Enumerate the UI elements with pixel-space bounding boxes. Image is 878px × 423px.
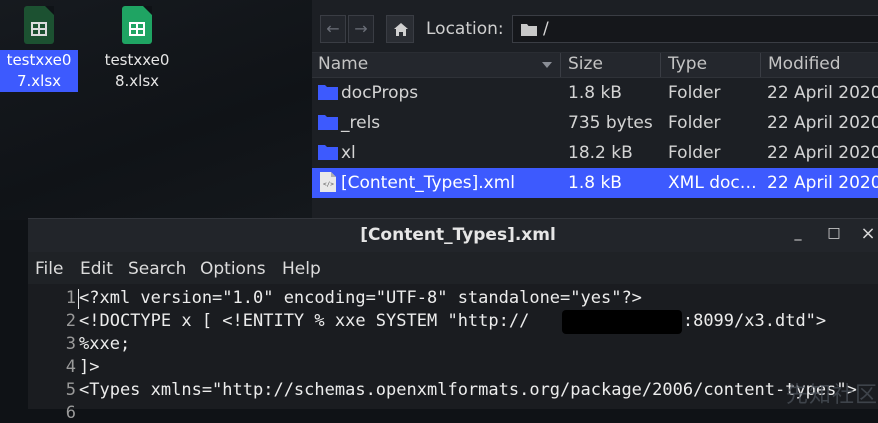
file-name: _rels [341, 113, 381, 133]
line-number: 1 [65, 288, 76, 308]
file-size: 735 bytes [568, 113, 653, 133]
home-icon [394, 23, 408, 36]
close-button[interactable]: × [858, 223, 878, 244]
line-number: 3 [65, 334, 76, 354]
desktop: testxxe0 7.xlsx testxxe0 8.xlsx [0, 0, 312, 220]
text-editor-window: [Content_Types].xml _ □ × File Edit Sear… [28, 218, 878, 423]
file-size: 18.2 kB [568, 143, 633, 163]
file-type: Folder [668, 143, 721, 163]
file-modified: 22 April 2020 [767, 113, 878, 133]
file-name: xl [341, 143, 356, 163]
menu-help[interactable]: Help [282, 259, 321, 279]
menu-file[interactable]: File [35, 259, 63, 279]
desktop-file-label: testxxe0 7.xlsx [0, 50, 78, 92]
file-name: docProps [341, 83, 419, 103]
arrow-right-icon: → [354, 19, 368, 38]
file-row-docprops[interactable]: docProps 1.8 kB Folder 22 April 2020 [312, 78, 878, 108]
code-line: <!DOCTYPE x [ <!ENTITY % xxe SYSTEM "htt… [79, 311, 827, 331]
file-type: XML doc… [668, 173, 757, 193]
file-modified: 22 April 2020 [767, 83, 878, 103]
file-row-xl[interactable]: xl 18.2 kB Folder 22 April 2020 [312, 138, 878, 168]
location-path: / [543, 19, 549, 39]
menu-options[interactable]: Options [200, 259, 266, 279]
column-name[interactable]: Name [318, 54, 368, 74]
code-editor[interactable]: 1 <?xml version="1.0" encoding="UTF-8" s… [28, 284, 878, 423]
line-number: 2 [65, 311, 76, 331]
code-line: %xxe; [79, 334, 131, 354]
redaction-box [562, 310, 682, 334]
arrow-left-icon: ← [326, 19, 340, 38]
column-size[interactable]: Size [568, 54, 603, 74]
location-input[interactable]: / [512, 15, 878, 43]
xml-file-icon: </> [320, 172, 336, 192]
text-cursor [78, 289, 79, 309]
line-number: 4 [65, 357, 76, 377]
file-size: 1.8 kB [568, 173, 622, 193]
file-row-rels[interactable]: _rels 735 bytes Folder 22 April 2020 [312, 108, 878, 138]
line-number: 6 [65, 403, 76, 423]
forward-button[interactable]: → [348, 15, 374, 43]
watermark: 先知社区 [785, 383, 878, 408]
sort-down-icon [542, 62, 552, 68]
minimize-button[interactable]: _ [788, 225, 808, 241]
file-type: Folder [668, 83, 721, 103]
folder-icon [521, 24, 537, 36]
desktop-file-testxxe07[interactable]: testxxe0 7.xlsx [0, 6, 78, 92]
file-size: 1.8 kB [568, 83, 622, 103]
svg-text:</>: </> [323, 181, 334, 188]
file-manager-window: ← → Location: / Name Size Type Modified … [312, 0, 878, 218]
folder-icon [318, 115, 338, 130]
location-toolbar: ← → Location: / [312, 0, 878, 53]
desktop-file-testxxe08[interactable]: testxxe0 8.xlsx [98, 6, 176, 92]
home-button[interactable] [386, 15, 414, 43]
column-modified[interactable]: Modified [768, 54, 841, 74]
location-label: Location: [426, 19, 504, 39]
menu-search[interactable]: Search [128, 259, 186, 279]
file-modified: 22 April 2020 [767, 143, 878, 163]
file-name: [Content_Types].xml [341, 173, 516, 193]
title-bar[interactable]: [Content_Types].xml _ □ × [28, 218, 878, 253]
maximize-button[interactable]: □ [824, 225, 844, 241]
menu-bar: File Edit Search Options Help [28, 252, 878, 284]
line-number: 5 [65, 380, 76, 400]
spreadsheet-icon [24, 6, 54, 44]
code-line: ]> [79, 357, 100, 377]
desktop-file-label: testxxe0 8.xlsx [104, 51, 170, 90]
code-line: <?xml version="1.0" encoding="UTF-8" sta… [79, 288, 642, 308]
spreadsheet-icon [122, 6, 152, 44]
file-type: Folder [668, 113, 721, 133]
code-line: <Types xmlns="http://schemas.openxmlform… [79, 380, 857, 400]
column-type[interactable]: Type [668, 54, 707, 74]
file-row-content-types[interactable]: </> [Content_Types].xml 1.8 kB XML doc… … [312, 168, 878, 198]
folder-icon [318, 85, 338, 100]
window-title: [Content_Types].xml [360, 225, 556, 245]
back-button[interactable]: ← [320, 15, 346, 43]
column-header: Name Size Type Modified [312, 53, 878, 78]
menu-edit[interactable]: Edit [80, 259, 113, 279]
folder-icon [318, 145, 338, 160]
file-modified: 22 April 2020 [767, 173, 878, 193]
